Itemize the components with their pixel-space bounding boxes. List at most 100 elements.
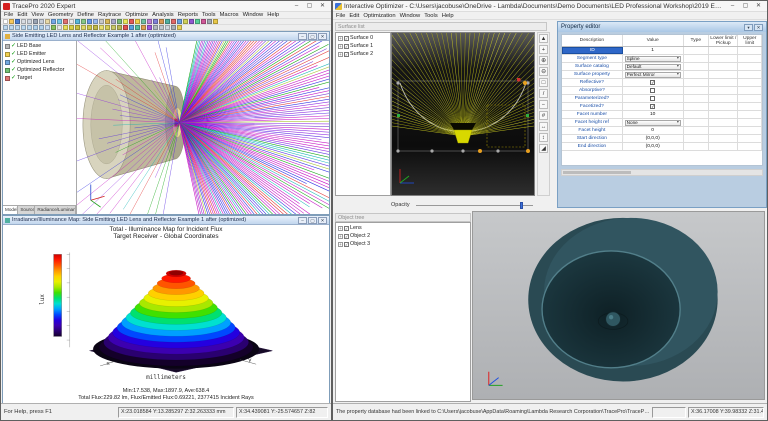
zoom-selection-icon[interactable] xyxy=(21,25,26,30)
model-tree-item-target[interactable]: ✓Target xyxy=(3,74,76,82)
settings-icon[interactable] xyxy=(189,19,194,24)
minimize-button[interactable]: – xyxy=(290,2,303,11)
pick-icon[interactable] xyxy=(57,25,62,30)
menu-file[interactable]: File xyxy=(4,12,13,18)
analyze-icon[interactable] xyxy=(159,19,164,24)
menu-tools[interactable]: Tools xyxy=(202,12,216,18)
open-icon[interactable] xyxy=(9,19,14,24)
options-icon[interactable] xyxy=(129,25,134,30)
maximize-button[interactable]: ▢ xyxy=(303,2,316,11)
ray-source-icon[interactable] xyxy=(81,25,86,30)
insert-source-icon[interactable] xyxy=(135,19,140,24)
candela-plot-icon[interactable] xyxy=(171,19,176,24)
minimize-button[interactable]: – xyxy=(726,2,739,11)
menu-reports[interactable]: Reports xyxy=(178,12,198,18)
dropdown-facet-height-ref[interactable]: None▾ xyxy=(625,120,681,126)
rotate-icon[interactable] xyxy=(33,25,38,30)
path-sort-icon[interactable] xyxy=(117,25,122,30)
expand-icon[interactable]: + xyxy=(338,52,343,57)
close-button[interactable]: ✕ xyxy=(752,2,765,11)
menu-analysis[interactable]: Analysis xyxy=(152,12,174,18)
zoom-dynamic-icon[interactable] xyxy=(27,25,32,30)
irradiance-options-icon[interactable] xyxy=(123,25,128,30)
menu-help[interactable]: Help xyxy=(267,12,279,18)
menu-geometry[interactable]: Geometry xyxy=(48,12,73,18)
window-arrange-icon[interactable] xyxy=(171,25,176,30)
undo-icon[interactable] xyxy=(51,19,56,24)
menu-optimize[interactable]: Optimize xyxy=(125,12,148,18)
copy-icon[interactable] xyxy=(39,19,44,24)
print-preview-icon[interactable] xyxy=(27,19,32,24)
zoom-in-icon[interactable]: ⊕ xyxy=(539,56,548,65)
model-tree-item-led-base[interactable]: ✓LED Base xyxy=(3,42,76,50)
ray-color-icon[interactable] xyxy=(69,25,74,30)
dropdown-surface-catalog[interactable]: Default▾ xyxy=(625,64,681,70)
minimize-button[interactable]: – xyxy=(298,217,307,224)
axes-icon[interactable] xyxy=(105,19,110,24)
update-icon[interactable] xyxy=(147,25,152,30)
menu-window[interactable]: Window xyxy=(400,13,421,19)
checkbox-parameterized[interactable] xyxy=(650,96,655,101)
measure-icon[interactable] xyxy=(45,25,50,30)
shaded-view-icon[interactable] xyxy=(117,19,122,24)
menu-optimization[interactable]: Optimization xyxy=(363,13,395,19)
close-button[interactable]: ✕ xyxy=(316,2,329,11)
reflector-3d-view[interactable] xyxy=(472,211,765,400)
checkbox-facetized[interactable]: ✓ xyxy=(650,104,655,109)
fit-vertical-icon[interactable]: ↕ xyxy=(539,133,548,142)
zoom-in-icon[interactable] xyxy=(87,19,92,24)
tools-icon[interactable] xyxy=(153,25,158,30)
new-icon[interactable] xyxy=(3,19,8,24)
irradiance-map-icon[interactable] xyxy=(165,19,170,24)
flux-report-icon[interactable] xyxy=(111,25,116,30)
property-icon[interactable] xyxy=(153,19,158,24)
close-button[interactable]: ✕ xyxy=(318,33,327,40)
dropdown-segment-type[interactable]: Spline▾ xyxy=(625,56,681,62)
ray-hide-icon[interactable] xyxy=(93,25,98,30)
expand-icon[interactable]: + xyxy=(338,44,343,49)
delete-icon[interactable] xyxy=(63,19,68,24)
print-icon[interactable] xyxy=(21,19,26,24)
tab-model[interactable]: Model xyxy=(3,206,18,214)
tab-source[interactable]: Source xyxy=(18,206,35,214)
measure-icon[interactable]: / xyxy=(539,89,548,98)
menu-edit[interactable]: Edit xyxy=(349,13,359,19)
model-tree-item-optimized-reflector[interactable]: ✓Optimized Reflector xyxy=(3,66,76,74)
spin-icon[interactable] xyxy=(39,25,44,30)
ray-report-icon[interactable] xyxy=(105,25,110,30)
pan-icon[interactable] xyxy=(81,19,86,24)
ray-show-icon[interactable] xyxy=(99,25,104,30)
zoom-all-icon[interactable] xyxy=(9,25,14,30)
orbit-icon[interactable] xyxy=(75,19,80,24)
add-entity-icon[interactable] xyxy=(51,25,56,30)
profile-icon[interactable]: ◢ xyxy=(539,144,548,153)
surface-item-surface-2[interactable]: +✓Surface 2 xyxy=(336,50,390,58)
menu-raytrace[interactable]: Raytrace xyxy=(98,12,121,18)
menu-edit[interactable]: Edit xyxy=(17,12,27,18)
expand-icon[interactable]: + xyxy=(338,36,343,41)
zoom-out-icon[interactable]: ⊖ xyxy=(539,67,548,76)
redo-icon[interactable] xyxy=(57,19,62,24)
close-icon[interactable]: ✕ xyxy=(754,24,763,31)
surface-item-surface-1[interactable]: +✓Surface 1 xyxy=(336,42,390,50)
zoom-previous-icon[interactable] xyxy=(15,25,20,30)
object-item-object-3[interactable]: +✓Object 3 xyxy=(336,240,470,248)
add-point-icon[interactable]: + xyxy=(539,45,548,54)
ray-filter-icon[interactable] xyxy=(75,25,80,30)
model-3d-view[interactable] xyxy=(77,41,329,214)
delete-point-icon[interactable]: − xyxy=(539,100,548,109)
fit-horizontal-icon[interactable]: ↔ xyxy=(539,122,548,131)
opacity-slider-thumb[interactable] xyxy=(520,202,523,209)
maximize-button[interactable]: ▢ xyxy=(739,2,752,11)
menu-window[interactable]: Window xyxy=(243,12,264,18)
checkbox-icon[interactable]: ✓ xyxy=(344,226,349,231)
checkbox-absorptive[interactable] xyxy=(650,88,655,93)
checkbox-icon[interactable]: ✓ xyxy=(344,234,349,239)
checkbox-reflective[interactable]: ✓ xyxy=(650,80,655,85)
insert-receiver-icon[interactable] xyxy=(141,19,146,24)
window-cascade-icon[interactable] xyxy=(159,25,164,30)
model-tree-item-led-emitter[interactable]: ✓LED Emitter xyxy=(3,50,76,58)
select-tool-icon[interactable]: ▲ xyxy=(539,34,548,43)
profile-sketch-view[interactable] xyxy=(391,32,535,196)
object-item-lens[interactable]: +✓Lens xyxy=(336,224,470,232)
